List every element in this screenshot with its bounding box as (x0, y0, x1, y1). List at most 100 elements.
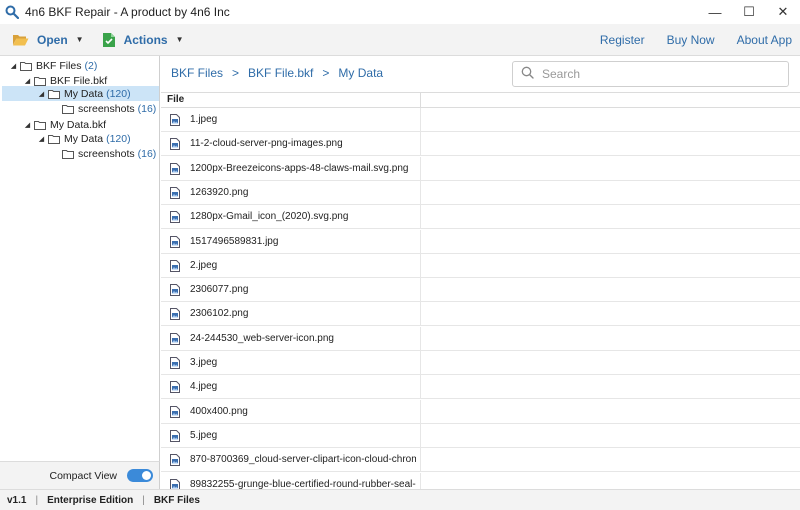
list-body: 1.jpeg 11-2-cloud-server-png-images.png 12… (161, 108, 800, 489)
status-separator: | (35, 494, 39, 506)
buy-now-link[interactable]: Buy Now (667, 33, 715, 47)
maximize-button[interactable]: ☐ (732, 0, 766, 24)
table-row[interactable]: 2306102.png (161, 302, 800, 326)
file-name: 4.jpeg (190, 381, 218, 392)
breadcrumb-item[interactable]: My Data (338, 66, 383, 80)
tree-item-my-data-bkf[interactable]: ◢ My Data.bkf (23, 117, 159, 132)
table-row[interactable]: 3.jpeg (161, 351, 800, 375)
file-name: 870-8700369_cloud-server-clipart-icon-cl… (190, 454, 416, 465)
status-section: BKF Files (153, 494, 200, 506)
table-row[interactable]: 400x400.png (161, 400, 800, 424)
folder-icon (62, 149, 74, 159)
tree-item-label: My Data (64, 87, 104, 100)
column-divider (420, 473, 421, 489)
expand-triangle-icon[interactable]: ◢ (23, 121, 32, 129)
file-name: 2306102.png (190, 308, 249, 319)
tree-item-my-data[interactable]: ◢ My Data (120) (37, 131, 159, 146)
tree-item-count: (2) (84, 59, 98, 72)
folder-icon (48, 89, 60, 99)
column-divider (420, 132, 421, 156)
image-file-icon (170, 211, 180, 223)
image-file-icon (170, 260, 180, 272)
table-row[interactable]: 11-2-cloud-server-png-images.png (161, 132, 800, 156)
image-file-icon (170, 454, 180, 466)
column-divider (420, 181, 421, 205)
about-app-link[interactable]: About App (737, 33, 792, 47)
breadcrumb-separator: > (322, 66, 330, 80)
folder-icon (48, 134, 60, 144)
open-caret-icon: ▼ (75, 35, 84, 44)
tree-item-my-data-selected[interactable]: ◢ My Data (120) (2, 86, 159, 101)
table-row[interactable]: 2.jpeg (161, 254, 800, 278)
status-edition: Enterprise Edition (47, 494, 134, 506)
image-file-icon (170, 114, 180, 126)
file-name: 2306077.png (190, 284, 249, 295)
compact-view-label: Compact View (49, 469, 117, 482)
table-row[interactable]: 2306077.png (161, 278, 800, 302)
file-name: 5.jpeg (190, 430, 218, 441)
app-search-icon (4, 4, 20, 20)
column-divider (420, 205, 421, 229)
breadcrumb-item[interactable]: BKF Files (171, 66, 223, 80)
column-divider (420, 424, 421, 448)
breadcrumb-item[interactable]: BKF File.bkf (248, 66, 313, 80)
tree-item-count: (16) (137, 147, 157, 160)
tree-item-count: (120) (106, 87, 131, 100)
minimize-button[interactable]: — (698, 0, 732, 24)
table-row[interactable]: 89832255-grunge-blue-certified-round-rub… (161, 473, 800, 489)
tree-item-screenshots[interactable]: screenshots (16) (62, 101, 159, 116)
expand-triangle-icon[interactable]: ◢ (37, 90, 46, 98)
tree-item-bkf-files[interactable]: ◢ BKF Files (2) (9, 58, 159, 73)
compact-view-toggle[interactable] (127, 469, 153, 482)
register-link[interactable]: Register (600, 33, 645, 47)
image-file-icon (170, 381, 180, 393)
image-file-icon (170, 163, 180, 175)
toolbar-links: Register Buy Now About App (578, 24, 792, 56)
folder-icon (20, 61, 32, 71)
table-row[interactable]: 1280px-Gmail_icon_(2020).svg.png (161, 205, 800, 229)
column-divider (420, 327, 421, 351)
image-file-icon (170, 308, 180, 320)
table-row[interactable]: 1263920.png (161, 181, 800, 205)
open-button[interactable]: Open ▼ (6, 26, 90, 54)
actions-caret-icon: ▼ (175, 35, 184, 44)
table-row[interactable]: 1517496589831.jpg (161, 230, 800, 254)
tree-item-label: BKF File.bkf (50, 74, 108, 87)
expand-triangle-icon[interactable]: ◢ (37, 135, 46, 143)
tree-item-label: My Data.bkf (50, 118, 107, 131)
column-divider[interactable] (420, 93, 421, 108)
table-row[interactable]: 24-244530_web-server-icon.png (161, 327, 800, 351)
image-file-icon (170, 284, 180, 296)
actions-button[interactable]: Actions ▼ (96, 26, 190, 54)
image-file-icon (170, 187, 180, 199)
folder-icon (62, 104, 74, 114)
column-divider (420, 375, 421, 399)
table-row[interactable]: 4.jpeg (161, 375, 800, 399)
breadcrumb: BKF Files > BKF File.bkf > My Data (171, 66, 383, 80)
expand-triangle-icon[interactable]: ◢ (9, 62, 18, 70)
table-row[interactable]: 1.jpeg (161, 108, 800, 132)
expand-triangle-icon[interactable]: ◢ (23, 77, 32, 85)
actions-label: Actions (123, 32, 168, 47)
column-header-file[interactable]: File (167, 94, 184, 105)
column-divider (420, 108, 421, 132)
tree-item-count: (120) (106, 132, 131, 145)
table-row[interactable]: 5.jpeg (161, 424, 800, 448)
file-name: 2.jpeg (190, 260, 218, 271)
search-box[interactable] (512, 61, 789, 87)
tree-item-screenshots[interactable]: screenshots (16) (62, 146, 159, 161)
file-list: File 1.jpeg 11-2-cloud-server-png-images.… (161, 92, 800, 489)
file-name: 1280px-Gmail_icon_(2020).svg.png (190, 211, 349, 222)
search-input[interactable] (542, 67, 772, 81)
column-divider (420, 157, 421, 181)
file-name: 1263920.png (190, 187, 249, 198)
image-file-icon (170, 236, 180, 248)
status-bar: v1.1 | Enterprise Edition | BKF Files (0, 489, 800, 510)
folder-icon (34, 76, 46, 86)
table-row[interactable]: 1200px-Breezeicons-apps-48-claws-mail.sv… (161, 157, 800, 181)
column-divider (420, 351, 421, 375)
image-file-icon (170, 406, 180, 418)
column-divider (420, 254, 421, 278)
table-row[interactable]: 870-8700369_cloud-server-clipart-icon-cl… (161, 448, 800, 472)
close-button[interactable]: ✕ (766, 0, 800, 24)
